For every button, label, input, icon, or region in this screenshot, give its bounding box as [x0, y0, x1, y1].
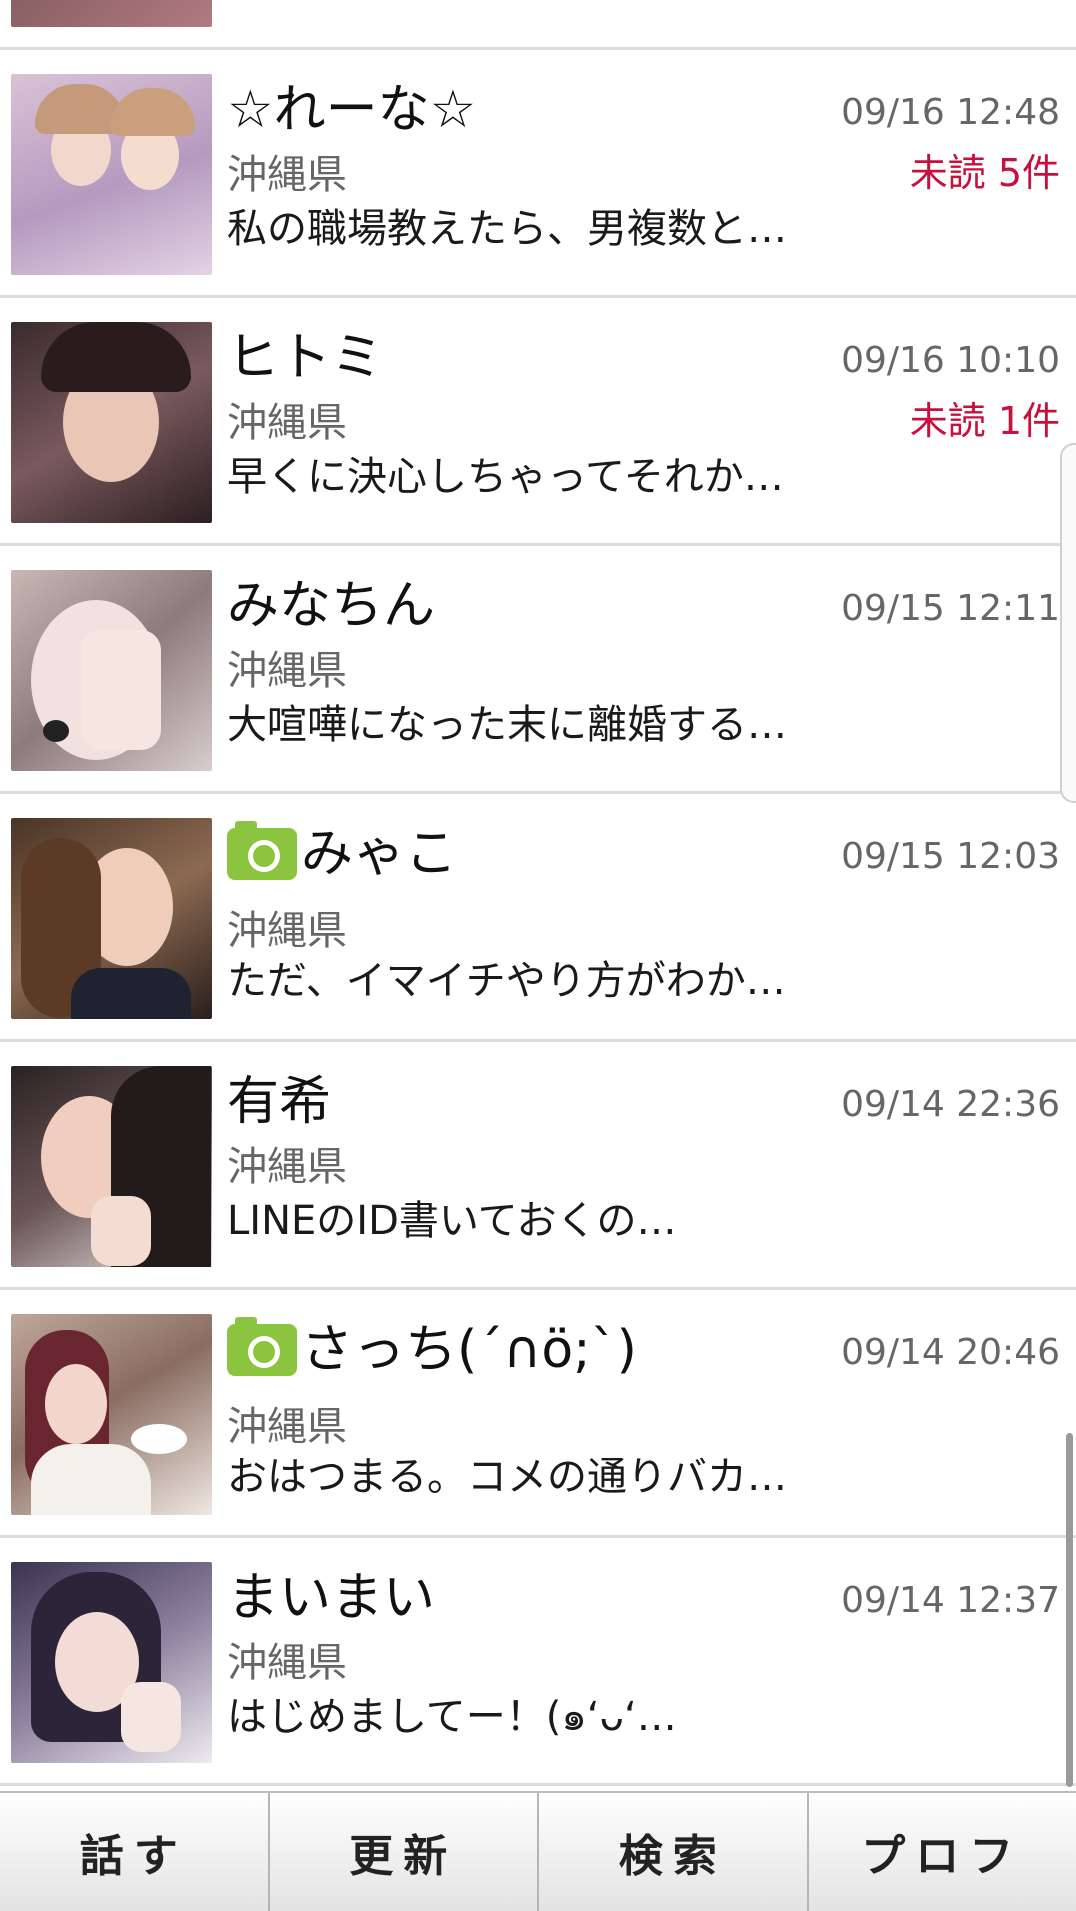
chat-name: さっち(´∩ö;`)	[227, 1317, 637, 1382]
chat-row[interactable]: みゃこ 沖縄県 ただ、イマイチやり方がわか… 09/15 12:03	[0, 794, 1076, 1042]
chat-name: まいまい	[227, 1566, 435, 1630]
chat-name-text: みゃこ	[301, 824, 458, 884]
scrollbar[interactable]	[1066, 1433, 1073, 1787]
chat-region: 沖縄県	[227, 1404, 347, 1450]
edge-panel-handle[interactable]	[1060, 443, 1076, 803]
chat-preview: 私の職場教えたら、男複数と…	[227, 206, 787, 252]
chat-region: 沖縄県	[227, 1144, 347, 1190]
chat-row[interactable]: ヒトミ 沖縄県 早くに決心しちゃってそれか… 09/16 10:10 未読 1件	[0, 298, 1076, 546]
avatar	[11, 74, 212, 275]
chat-region: 沖縄県	[227, 908, 347, 954]
chat-region: 沖縄県	[227, 152, 347, 198]
chat-name-text: ☆れーな☆	[227, 80, 477, 140]
avatar	[11, 570, 212, 771]
chat-preview: ただ、イマイチやり方がわか…	[227, 958, 786, 1004]
chat-time: 09/14 12:37	[841, 1580, 1060, 1621]
avatar	[11, 1314, 212, 1515]
avatar	[11, 1066, 212, 1267]
chat-row-partial[interactable]: 地域で一緒…ですよね？	[0, 0, 1076, 50]
chat-name: 有希	[227, 1070, 331, 1134]
unread-badge: 未読 5件	[909, 151, 1060, 195]
chat-time: 09/14 22:36	[841, 1084, 1060, 1125]
chat-preview: 地域で一緒…ですよね？	[227, 0, 667, 8]
tab-search[interactable]: 検索	[539, 1793, 809, 1911]
chat-preview: はじめましてー！(๑ʻᴗʻ…	[227, 1694, 677, 1740]
chat-region: 沖縄県	[227, 648, 347, 694]
chat-row[interactable]: ☆れーな☆ 沖縄県 私の職場教えたら、男複数と… 09/16 12:48 未読 …	[0, 50, 1076, 298]
chat-time: 09/16 10:10	[841, 340, 1060, 381]
chat-preview: おはつまる。コメの通りバカ…	[227, 1454, 787, 1500]
chat-row[interactable]: 有希 沖縄県 LINEのID書いておくの… 09/14 22:36	[0, 1042, 1076, 1290]
chat-name-text: まいまい	[227, 1568, 436, 1628]
chat-row[interactable]: さっち(´∩ö;`) 沖縄県 おはつまる。コメの通りバカ… 09/14 20:4…	[0, 1290, 1076, 1538]
chat-preview: 大喧嘩になった末に離婚する…	[227, 702, 787, 748]
chat-name: みなちん	[227, 574, 435, 638]
avatar	[11, 322, 212, 523]
chat-name-text: 有希	[227, 1072, 332, 1132]
avatar	[11, 1562, 212, 1763]
chat-name-text: みなちん	[227, 576, 436, 636]
chat-name: ヒトミ	[227, 326, 383, 390]
chat-time: 09/15 12:03	[841, 836, 1060, 877]
avatar	[11, 818, 212, 1019]
chat-name: みゃこ	[227, 821, 458, 886]
chat-name-text: さっち(´∩ö;`)	[301, 1320, 637, 1380]
camera-icon	[227, 821, 297, 880]
chat-name: ☆れーな☆	[227, 78, 476, 142]
chat-time: 09/15 12:11	[841, 588, 1060, 629]
chat-preview: LINEのID書いておくの…	[227, 1198, 677, 1244]
camera-icon	[227, 1317, 297, 1376]
unread-badge: 未読 1件	[909, 399, 1060, 443]
tab-refresh[interactable]: 更新	[269, 1793, 539, 1911]
chat-region: 沖縄県	[227, 400, 347, 446]
chat-row[interactable]: まいまい 沖縄県 はじめましてー！(๑ʻᴗʻ… 09/14 12:37	[0, 1538, 1076, 1786]
bottom-tab-bar: 話す 更新 検索 プロフ	[0, 1791, 1076, 1911]
tab-profile[interactable]: プロフ	[808, 1793, 1076, 1911]
chat-name-text: ヒトミ	[227, 328, 384, 388]
chat-time: 09/16 12:48	[841, 92, 1060, 133]
chat-preview: 早くに決心しちゃってそれか…	[227, 454, 784, 500]
chat-region: 沖縄県	[227, 1640, 347, 1686]
chat-time: 09/14 20:46	[841, 1332, 1060, 1373]
chat-row[interactable]: みなちん 沖縄県 大喧嘩になった末に離婚する… 09/15 12:11	[0, 546, 1076, 794]
tab-talk[interactable]: 話す	[0, 1793, 270, 1911]
avatar	[11, 0, 212, 27]
